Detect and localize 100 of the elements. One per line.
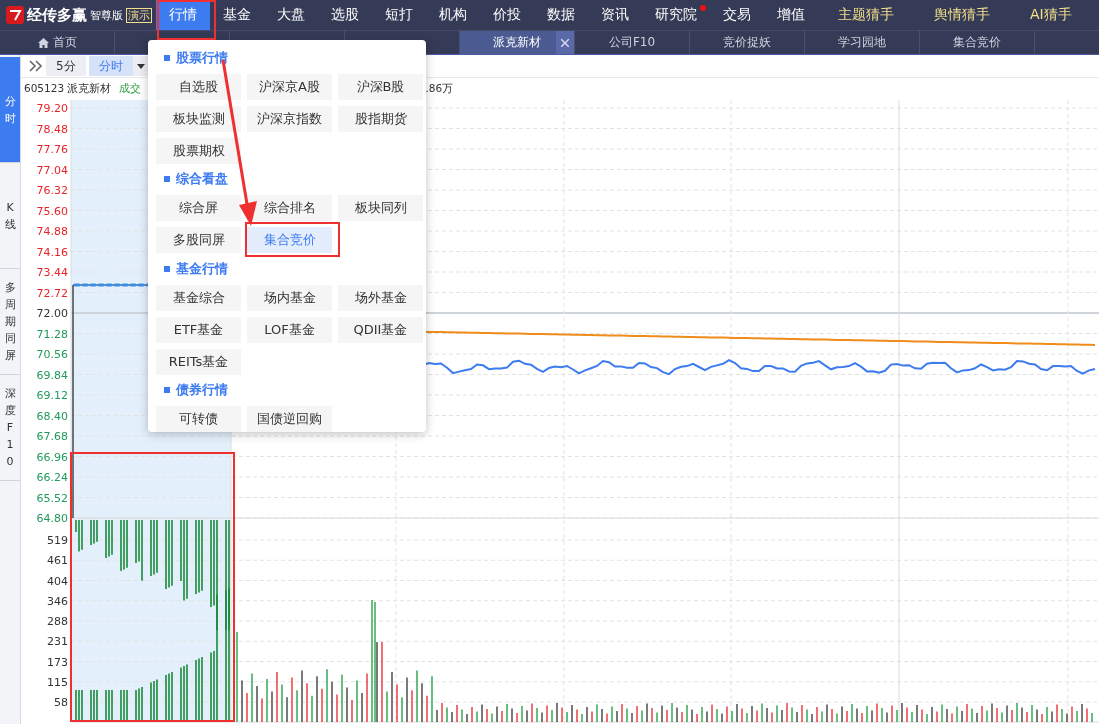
section-marker-icon xyxy=(164,265,170,272)
menu-item[interactable]: 板块监测 xyxy=(156,105,241,132)
menu-tab[interactable]: 交易 xyxy=(710,0,764,30)
price-axis-label: 72.72 xyxy=(36,286,68,300)
price-axis-label: 77.76 xyxy=(36,143,68,156)
side-tab[interactable]: 分时 xyxy=(0,57,20,163)
section-title: 综合看盘 xyxy=(176,170,228,189)
volume-axis-label: 58 xyxy=(54,696,68,709)
menu-item[interactable]: 基金综合 xyxy=(156,284,241,311)
page-tab[interactable]: 公司F10 xyxy=(575,31,690,54)
menu-item[interactable]: 集合竞价 xyxy=(247,227,332,253)
menu-tab[interactable]: 主题猜手 xyxy=(818,0,914,30)
volume-axis-label: 519 xyxy=(47,534,68,547)
edition-label: 智尊版 xyxy=(90,7,123,23)
menu-item[interactable]: 综合屏 xyxy=(156,195,241,221)
price-axis-label: 66.24 xyxy=(36,471,68,484)
price-axis-label: 65.52 xyxy=(36,491,68,505)
price-axis-label: 73.44 xyxy=(36,266,68,279)
menu-item[interactable]: 场内基金 xyxy=(247,284,332,311)
price-axis-label: 78.48 xyxy=(36,122,68,136)
tab-label: 公司F10 xyxy=(608,34,656,51)
price-axis-label: 72.00 xyxy=(36,307,68,320)
menu-item[interactable]: 多股同屏 xyxy=(156,227,241,253)
price-axis-label: 67.68 xyxy=(36,430,68,443)
menu-tab[interactable]: 研究院 xyxy=(642,0,710,30)
menu-item[interactable]: REITs基金 xyxy=(156,348,241,375)
logo-icon xyxy=(6,6,24,24)
menu-tab[interactable]: 资讯 xyxy=(588,0,642,30)
side-tab[interactable]: 深度F10 xyxy=(0,375,20,481)
menu-item[interactable]: 场外基金 xyxy=(338,284,423,311)
tab-label: 集合竞价 xyxy=(953,34,1001,51)
menu-item[interactable]: 自选股 xyxy=(156,73,241,100)
menu-tab[interactable]: 大盘 xyxy=(264,0,318,30)
caret-icon xyxy=(136,63,145,69)
menu-item[interactable]: 沪深京指数 xyxy=(247,105,332,132)
menu-item[interactable]: 板块同列 xyxy=(338,195,423,221)
price-axis-label: 77.04 xyxy=(36,163,68,177)
price-axis-label: 68.40 xyxy=(36,409,68,423)
page-tab[interactable]: 集合竞价 xyxy=(920,31,1035,54)
volume-label: 成交 xyxy=(119,82,142,96)
period-button[interactable]: 5分 xyxy=(46,56,86,76)
menu-item[interactable]: LOF基金 xyxy=(247,316,332,343)
mode-badge: 演示 xyxy=(126,7,152,23)
page-tab[interactable]: 学习园地 xyxy=(805,31,920,54)
page-tab[interactable]: 派克新材 xyxy=(460,31,575,54)
volume-axis-label: 346 xyxy=(47,594,68,608)
section-title: 股票行情 xyxy=(176,48,228,67)
menu-tab[interactable]: 增值 xyxy=(764,0,818,30)
menu-tab[interactable]: 舆情猜手 xyxy=(914,0,1010,30)
volume-axis-label: 115 xyxy=(47,675,68,689)
volume-axis-label: 404 xyxy=(47,574,68,588)
stock-name: 605123 派克新材 xyxy=(24,82,112,96)
menu-item[interactable]: ETF基金 xyxy=(156,316,241,343)
section-marker-icon xyxy=(164,54,170,61)
price-axis-label: 75.60 xyxy=(36,204,68,218)
price-axis-label: 74.16 xyxy=(36,245,68,259)
price-axis-label: 69.12 xyxy=(36,389,68,402)
price-axis-label: 69.84 xyxy=(36,368,68,382)
menu-tab[interactable]: 短打 xyxy=(372,0,426,30)
price-axis-label: 64.80 xyxy=(36,512,68,525)
tab-label: 首页 xyxy=(52,34,77,51)
price-axis-label: 71.28 xyxy=(36,327,68,341)
section-marker-icon xyxy=(164,176,170,183)
price-axis-label: 74.88 xyxy=(36,225,68,238)
volume-axis-label: 173 xyxy=(47,655,68,669)
menu-item[interactable]: 沪深B股 xyxy=(338,73,423,100)
menu-tab[interactable]: AI猜手 xyxy=(1010,0,1092,30)
menu-item[interactable]: QDII基金 xyxy=(338,316,423,343)
highlight-frame xyxy=(157,0,216,40)
volume-axis-label: 461 xyxy=(47,554,68,568)
section-title: 债券行情 xyxy=(176,381,228,400)
close-button[interactable] xyxy=(556,31,574,54)
volume-value: .86万 xyxy=(425,82,454,96)
menu-tab[interactable]: 选股 xyxy=(318,0,372,30)
price-axis-label: 70.56 xyxy=(36,348,68,361)
volume-axis-label: 231 xyxy=(47,635,68,649)
home-icon xyxy=(37,37,49,48)
side-tab[interactable]: K线 xyxy=(0,163,20,269)
side-tab[interactable]: 多周期同屏 xyxy=(0,269,20,375)
menu-item[interactable]: 国债逆回购 xyxy=(247,406,332,432)
price-axis-label: 66.96 xyxy=(36,450,68,464)
expand-icon[interactable] xyxy=(29,60,43,72)
menu-tab[interactable]: 机构 xyxy=(426,0,480,30)
menu-tab[interactable]: 基金 xyxy=(210,0,264,30)
brand-name: 经传多赢 xyxy=(27,5,87,25)
close-icon xyxy=(561,38,569,47)
menu-item[interactable]: 股指期货 xyxy=(338,105,423,132)
menu-item[interactable]: 股票期权 xyxy=(156,137,241,164)
menu-tab[interactable]: 数据 xyxy=(534,0,588,30)
tab-label: 竞价捉妖 xyxy=(723,34,771,51)
tab-label: 派克新材 xyxy=(493,34,541,51)
menu-tab[interactable]: 行情 xyxy=(156,0,210,30)
menu-tab[interactable]: 价投 xyxy=(480,0,534,30)
menu-item[interactable]: 沪深京A股 xyxy=(247,73,332,100)
volume-axis-label: 288 xyxy=(47,615,68,628)
price-axis-label: 76.32 xyxy=(36,184,68,197)
menu-item[interactable]: 综合排名 xyxy=(247,195,332,221)
page-tab[interactable]: 首页 xyxy=(0,31,115,54)
page-tab[interactable]: 竞价捉妖 xyxy=(690,31,805,54)
menu-item[interactable]: 可转债 xyxy=(156,406,241,432)
